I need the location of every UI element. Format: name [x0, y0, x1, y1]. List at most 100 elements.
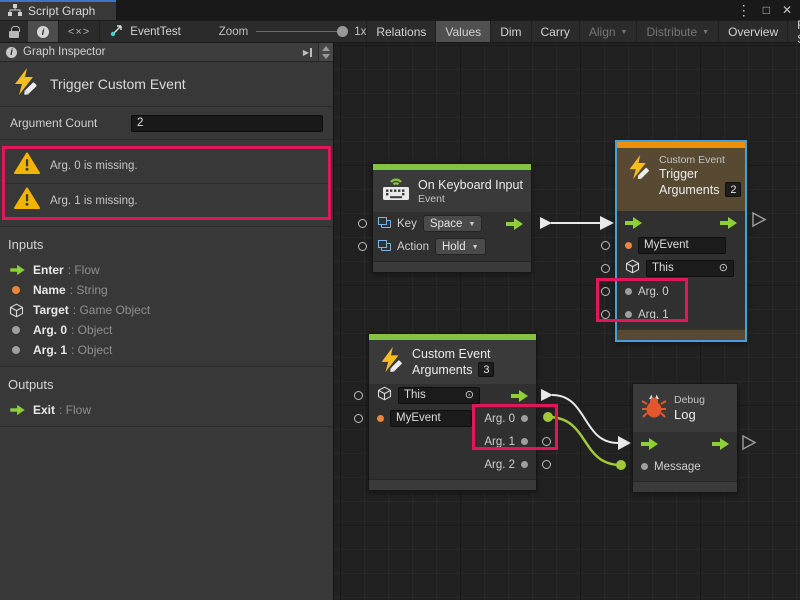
- graph-breadcrumb[interactable]: EventTest: [100, 23, 191, 40]
- zoom-slider-handle[interactable]: [337, 26, 348, 37]
- carry-button[interactable]: Carry: [531, 21, 579, 42]
- wire-arg0-to-message: [548, 417, 621, 465]
- object-picker-icon[interactable]: ⊙: [719, 261, 728, 276]
- relations-button[interactable]: Relations: [366, 21, 435, 42]
- event-name-field[interactable]: MyEvent: [638, 237, 726, 254]
- node-debug-log[interactable]: Debug Log Message: [632, 383, 738, 493]
- annotation-rect-trigger-args: [596, 278, 688, 322]
- node-footer: [617, 329, 745, 340]
- target-field[interactable]: This ⊙: [646, 260, 734, 277]
- wire-event-to-debug: [552, 395, 618, 443]
- input-port[interactable]: [354, 414, 363, 423]
- fullscreen-button[interactable]: Full Screen: [787, 21, 800, 42]
- arguments-count-badge[interactable]: 3: [478, 362, 494, 377]
- input-port[interactable]: [601, 264, 610, 273]
- distribute-button[interactable]: Distribute▼: [636, 21, 718, 42]
- tab-script-graph[interactable]: Script Graph: [0, 0, 116, 20]
- toolbar-left-group: i <×> EventTest Zoom: [0, 21, 366, 42]
- target-field[interactable]: This ⊙: [398, 387, 480, 404]
- port-list-item: Arg. 1: Object: [0, 340, 333, 360]
- script-graph-icon: [8, 4, 22, 19]
- wire-start-arrow: [541, 389, 553, 401]
- info-icon: i: [37, 26, 49, 38]
- code-icon: <×>: [68, 26, 90, 38]
- node-header: Debug Log: [633, 384, 737, 432]
- node-on-keyboard-input[interactable]: On Keyboard Input Event Key Space ▼: [372, 163, 532, 273]
- keyboard-icon: [381, 175, 411, 207]
- dim-button[interactable]: Dim: [490, 21, 530, 42]
- values-button[interactable]: Values: [435, 21, 490, 42]
- cube-icon: [625, 259, 640, 279]
- object-dot-icon: [521, 461, 528, 468]
- dock-button[interactable]: ▶: [297, 48, 318, 57]
- wire-end-arrow: [600, 216, 614, 230]
- event-name-row: MyEvent: [617, 234, 745, 257]
- warning-text: Arg. 1 is missing.: [50, 195, 138, 207]
- code-preview-button[interactable]: <×>: [59, 21, 99, 42]
- lock-button[interactable]: [0, 21, 28, 42]
- wire-end-port[interactable]: [616, 460, 626, 470]
- unity-script-graph-window: Script Graph ⋮ □ ✕ i <×>: [0, 0, 800, 600]
- arguments-count-badge[interactable]: 2: [725, 182, 741, 197]
- input-port[interactable]: [358, 219, 367, 228]
- node-title: Trigger Custom Event: [50, 76, 186, 92]
- graph-toolbar: i <×> EventTest Zoom: [0, 20, 800, 43]
- inputs-header: Inputs: [0, 235, 333, 260]
- tab-bar: Script Graph ⋮ □ ✕: [0, 0, 800, 20]
- port-list-item: Enter: Flow: [0, 260, 333, 280]
- window-maximize-icon[interactable]: □: [763, 3, 770, 17]
- flow-in-arrow-icon: [625, 217, 642, 229]
- align-button[interactable]: Align▼: [579, 21, 637, 42]
- argument-count-input[interactable]: [131, 115, 323, 132]
- custom-event-icon: [377, 346, 405, 379]
- output-port[interactable]: [542, 460, 551, 469]
- chevron-down-icon: ▼: [468, 221, 475, 228]
- annotation-rect-event-args: [472, 404, 558, 450]
- cube-icon: [9, 303, 27, 318]
- overview-button[interactable]: Overview: [718, 21, 787, 42]
- key-dropdown[interactable]: Space ▼: [423, 215, 483, 232]
- input-port[interactable]: [601, 241, 610, 250]
- chevron-down-icon: ▼: [621, 29, 628, 36]
- flow-in-arrow-icon: [641, 438, 658, 450]
- object-picker-icon[interactable]: ⊙: [465, 388, 474, 403]
- window-close-icon[interactable]: ✕: [782, 3, 792, 17]
- port-list-item: Exit: Flow: [0, 400, 333, 420]
- flow-out-arrow-icon: [511, 390, 528, 402]
- info-icon: i: [6, 47, 17, 58]
- wire-end-arrow: [618, 436, 631, 450]
- string-dot-icon: [625, 242, 632, 249]
- node-header: On Keyboard Input Event: [373, 170, 531, 212]
- cube-icon: [377, 386, 392, 406]
- action-dropdown[interactable]: Hold ▼: [435, 238, 486, 255]
- warning-icon: [14, 187, 40, 215]
- flow-out-stub-icon: [753, 213, 765, 226]
- graph-canvas[interactable]: On Keyboard Input Event Key Space ▼: [334, 43, 800, 600]
- zoom-slider[interactable]: [256, 31, 346, 32]
- port-list-item: Target: Game Object: [0, 300, 333, 320]
- input-port[interactable]: [354, 391, 363, 400]
- warning-row: Arg. 0 is missing.: [5, 149, 328, 183]
- object-dot-icon: [12, 326, 20, 334]
- flow-row: [633, 432, 737, 455]
- graph-name-label: EventTest: [130, 26, 181, 38]
- inspector-toggle-button[interactable]: i: [28, 21, 58, 42]
- chevron-down-icon: ▼: [702, 29, 709, 36]
- inputs-section: Inputs Enter: Flow Name: String Target:: [0, 227, 333, 366]
- flow-out-arrow-icon: [720, 217, 737, 229]
- port-list-item: Name: String: [0, 280, 333, 300]
- zoom-control: Zoom 1x: [219, 26, 367, 38]
- window-menu-icon[interactable]: ⋮: [737, 2, 751, 19]
- inspector-scroll-spinner[interactable]: [318, 43, 333, 61]
- node-footer: [369, 479, 536, 490]
- node-title: Trigger: [659, 167, 741, 181]
- event-name-field[interactable]: MyEvent: [390, 410, 472, 427]
- node-category: Custom Event: [659, 154, 741, 166]
- flow-out-stub-icon: [743, 436, 755, 449]
- arg-port-label: Arg. 2: [484, 459, 515, 471]
- input-port[interactable]: [358, 242, 367, 251]
- divider: [0, 426, 333, 427]
- arguments-label: Arguments: [412, 363, 472, 377]
- spin-down-icon: [322, 54, 330, 59]
- node-category: Debug: [674, 394, 705, 406]
